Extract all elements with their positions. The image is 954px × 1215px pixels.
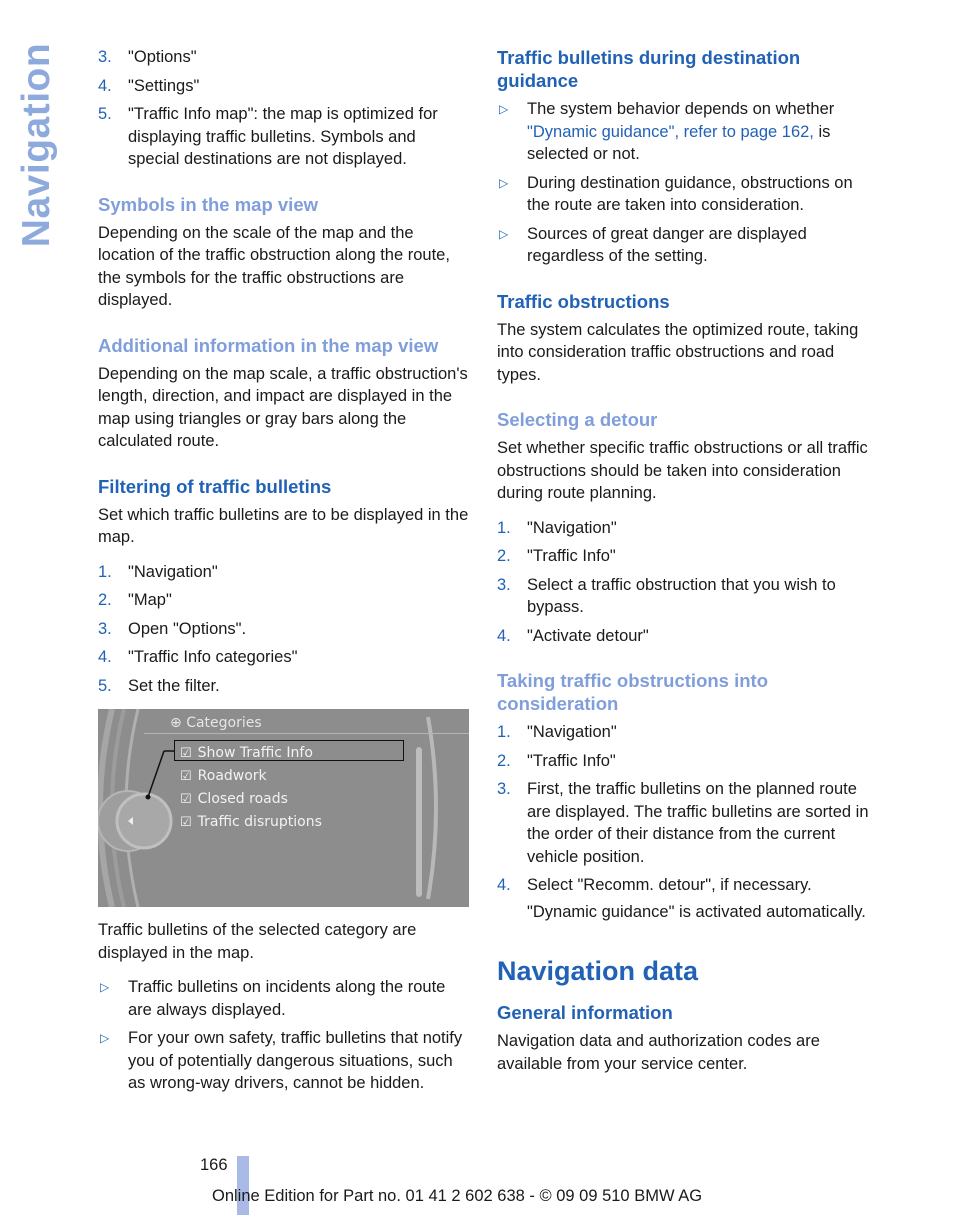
idrive-categories-screenshot: ⊕ Categories ☑ Show Traffic Info ☑ Roadwor…: [98, 709, 469, 907]
dynamic-guidance-link[interactable]: "Dynamic guidance", refer to page 162,: [527, 123, 814, 141]
symbols-text: Depending on the scale of the map and th…: [98, 223, 450, 310]
list-item: 3. First, the traffic bulletins on the pl…: [497, 780, 869, 866]
bullet-item: ▷ The system behavior depends on whether …: [499, 100, 835, 163]
list-item: 3. "Options": [98, 48, 197, 66]
bullet-triangle-icon: ▷: [499, 102, 509, 116]
additional-info-text: Depending on the map scale, a traffic ob…: [98, 364, 468, 451]
categories-icon: ⊕: [170, 715, 187, 731]
edition-footer: Online Edition for Part no. 01 41 2 602 …: [212, 1187, 703, 1205]
filter-steps-list: 1. "Navigation" 2. "Map" 3. Open "Options".…: [98, 561, 470, 698]
list-item: 4. "Activate detour": [497, 626, 649, 645]
bullet-item: ▷ Sources of great danger are displayed r…: [499, 224, 807, 266]
category-item-roadwork[interactable]: ☑ Roadwork: [180, 765, 267, 789]
symbols-heading: Symbols in the map view: [98, 193, 319, 215]
side-tab-label: Navigation: [15, 42, 58, 248]
list-item: 4. "Traffic Info categories": [98, 648, 298, 666]
list-item: 1. "Navigation": [497, 723, 617, 741]
category-item-traffic-disruptions[interactable]: ☑ Traffic disruptions: [180, 811, 322, 835]
bullet-item: ▷ Traffic bulletins on incidents along th…: [100, 978, 446, 1019]
filter-bullets: ▷ Traffic bulletins on incidents along th…: [98, 976, 470, 1095]
taking-obstructions-heading: Taking traffic obstructions into conside…: [497, 670, 768, 714]
general-info-heading: General information: [497, 1002, 673, 1023]
additional-info-heading: Additional information in the map view: [98, 334, 439, 356]
list-item: 2. "Traffic Info": [497, 547, 616, 565]
obstructions-heading: Traffic obstructions: [497, 290, 670, 312]
checkbox-checked-icon: ☑: [180, 792, 192, 807]
detour-heading: Selecting a detour: [497, 409, 658, 430]
screen-divider: [144, 733, 469, 734]
list-item: 5. Set the filter.: [98, 676, 220, 695]
list-item: 4. Select "Recomm. detour", if necessary.…: [497, 874, 869, 923]
detour-text: Set whether specific traffic obstruction…: [497, 439, 868, 502]
dynamic-guidance-note: "Dynamic guidance" is activated automati…: [527, 902, 866, 921]
section-side-tab: Navigation: [14, 40, 60, 250]
general-info-text: Navigation data and authorization codes …: [497, 1032, 820, 1073]
checkbox-checked-icon: ☑: [180, 815, 192, 830]
bullet-triangle-icon: ▷: [499, 226, 509, 241]
after-screen-text: Traffic bulletins of the selected catego…: [98, 921, 417, 962]
category-item-closed-roads[interactable]: ☑ Closed roads: [180, 788, 288, 812]
list-item: 4. "Settings": [98, 76, 200, 95]
category-item-show-traffic-info[interactable]: ☑ Show Traffic Info: [180, 742, 313, 766]
screen-title: ⊕ Categories: [170, 715, 262, 731]
list-item: 3. Open "Options".: [98, 619, 247, 638]
right-column: Traffic bulletins during destination gui…: [497, 46, 869, 1087]
bullet-item: ▷ During destination guidance, obstructio…: [499, 173, 853, 215]
detour-steps-list: 1. "Navigation" 2. "Traffic Info" 3. Select…: [497, 517, 869, 648]
footer-accent-bar: [237, 1156, 249, 1215]
filtering-text: Set which traffic bulletins are to be di…: [98, 505, 469, 547]
obstructions-text: The system calculates the optimized rout…: [497, 320, 859, 384]
list-item: 2. "Map": [98, 591, 172, 609]
list-item: 1. "Navigation": [497, 518, 617, 537]
guidance-bullets: ▷ The system behavior depends on whether …: [497, 98, 869, 268]
navigation-data-heading: Navigation data: [497, 956, 699, 986]
bullet-triangle-icon: ▷: [499, 175, 509, 190]
left-column: 3. "Options" 4. "Settings" 5. "Traffic Info…: [98, 46, 470, 1107]
list-item: 3. Select a traffic obstruction that you …: [497, 575, 836, 617]
list-item: 2. "Traffic Info": [497, 751, 616, 770]
bullet-item: ▷ For your own safety, traffic bulletins …: [100, 1029, 463, 1092]
taking-steps-list: 1. "Navigation" 2. "Traffic Info" 3. First,…: [497, 721, 869, 923]
checkbox-checked-icon: ☑: [180, 746, 192, 761]
checkbox-checked-icon: ☑: [180, 769, 192, 784]
filtering-heading: Filtering of traffic bulletins: [98, 475, 332, 497]
bullet-triangle-icon: ▷: [100, 1031, 110, 1045]
options-steps-list: 3. "Options" 4. "Settings" 5. "Traffic Info…: [98, 46, 470, 171]
page-number: 166: [200, 1156, 228, 1174]
guidance-heading: Traffic bulletins during destination gui…: [497, 47, 801, 91]
list-item: 5. "Traffic Info map": the map is optimiz…: [98, 105, 438, 168]
list-item: 1. "Navigation": [98, 562, 218, 581]
bullet-triangle-icon: ▷: [100, 980, 110, 994]
